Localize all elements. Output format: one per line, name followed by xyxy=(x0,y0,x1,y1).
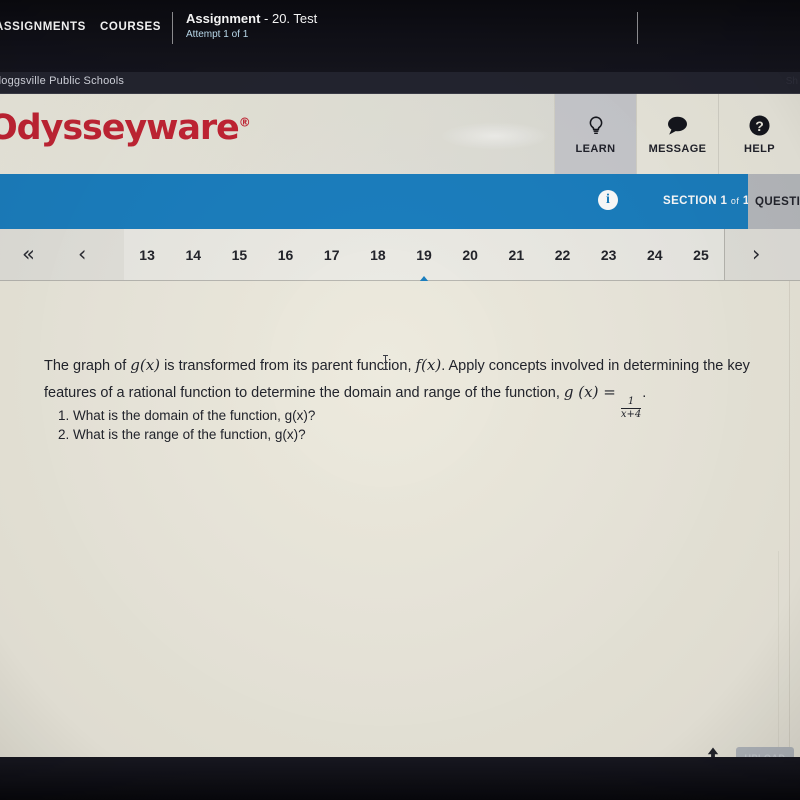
question-line-1: The graph of g(x) is transformed from it… xyxy=(44,352,760,379)
pager-first-icon[interactable]: « xyxy=(22,242,35,266)
school-title-bar: lloggsville Public Schools Sh xyxy=(0,72,800,94)
svg-text:?: ? xyxy=(755,118,764,134)
pager-number-23[interactable]: 23 xyxy=(586,247,632,263)
screenshot-root: lloggsville Public Schools Sh Odysseywar… xyxy=(0,0,800,800)
speech-bubble-icon xyxy=(666,114,690,138)
share-hint-label: Sh xyxy=(785,76,798,87)
question-tab-label: QUESTI xyxy=(755,195,800,208)
content-right-edge xyxy=(789,281,790,757)
learn-button[interactable]: LEARN xyxy=(554,94,636,174)
assignment-title-rest: - 20. Test xyxy=(260,11,318,26)
question-circle-icon: ? xyxy=(748,114,772,138)
pager-divider-right xyxy=(724,229,725,281)
pager-next-icon[interactable]: › xyxy=(752,242,760,266)
section-indicator: SECTION 1 of 1 xyxy=(663,195,750,207)
pager-number-21[interactable]: 21 xyxy=(493,247,539,263)
q-line2-gx: g (x) = xyxy=(563,383,616,401)
message-button-label: MESSAGE xyxy=(648,142,707,155)
q-line1-part-b: is transformed from its parent function, xyxy=(164,358,412,374)
question-subitems: 1. What is the domain of the function, g… xyxy=(58,407,315,444)
content-inner-edge xyxy=(778,551,779,757)
attempt-label: Attempt 1 of 1 xyxy=(186,29,249,40)
fraction-denominator: x+4 xyxy=(620,409,642,420)
school-name-label: lloggsville Public Schools xyxy=(0,75,125,87)
pager-number-17[interactable]: 17 xyxy=(309,247,355,263)
navbar-divider-left xyxy=(172,12,173,44)
pager-prev-icon[interactable]: ‹ xyxy=(78,242,86,266)
pager-number-15[interactable]: 15 xyxy=(216,247,262,263)
odysseyware-logo: Odysseyware® xyxy=(0,108,251,148)
section-of-word: of xyxy=(730,196,740,206)
pager-number-18[interactable]: 18 xyxy=(355,247,401,263)
help-button-label: HELP xyxy=(744,142,775,155)
info-icon[interactable]: i xyxy=(598,190,618,210)
pager-number-20[interactable]: 20 xyxy=(447,247,493,263)
pager-number-13[interactable]: 13 xyxy=(124,247,170,263)
list-item: 1. What is the domain of the function, g… xyxy=(58,408,316,423)
monitor-bezel-bottom xyxy=(0,757,800,800)
pager-number-24[interactable]: 24 xyxy=(632,247,678,263)
pager-number-22[interactable]: 22 xyxy=(539,247,585,263)
learn-button-label: LEARN xyxy=(575,142,616,155)
q-line1-part-a: The graph of xyxy=(44,358,127,374)
assignment-title-bold: Assignment xyxy=(186,11,261,26)
masthead: Odysseyware® LEARN MESSAGE ? HELP xyxy=(0,94,800,174)
question-tab[interactable]: QUESTI xyxy=(748,174,800,229)
brand-logo-zone[interactable]: Odysseyware® xyxy=(0,94,554,174)
help-button[interactable]: ? HELP xyxy=(718,94,800,174)
pager-number-19[interactable]: 19 xyxy=(401,247,447,287)
navbar-divider-right xyxy=(637,12,638,44)
fraction-numerator: 1 xyxy=(627,396,635,407)
nav-courses-link[interactable]: COURSES xyxy=(100,21,161,33)
question-pager: « ‹ 13 14 15 16 17 18 19 20 21 22 23 24 25 › xyxy=(0,229,800,287)
section-indicator-text: SECTION 1 xyxy=(663,195,728,207)
message-button[interactable]: MESSAGE xyxy=(636,94,718,174)
registered-mark: ® xyxy=(238,115,251,130)
q-line1-part-c: . Apply concepts involved in determining… xyxy=(441,358,750,374)
pager-number-list: 13 14 15 16 17 18 19 20 21 22 23 24 25 xyxy=(124,229,724,287)
nav-assignments-link[interactable]: ASSIGNMENTS xyxy=(0,21,86,33)
assignment-title: Assignment - 20. Test xyxy=(186,11,317,26)
monitor-bezel-top xyxy=(0,0,800,72)
assignment-info-block: Assignment - 20. Test Attempt 1 of 1 xyxy=(186,11,317,40)
question-content-area: The graph of g(x) is transformed from it… xyxy=(0,281,800,800)
logo-wordmark: Odysseyware xyxy=(0,108,240,148)
pager-number-25[interactable]: 25 xyxy=(678,247,724,263)
fraction-expression: 1 x+4 xyxy=(620,396,642,420)
q-line1-fx: f(x) xyxy=(415,356,442,374)
list-item: 2. What is the range of the function, g(… xyxy=(58,426,306,442)
q-line1-gx: g(x) xyxy=(130,356,161,374)
lightbulb-icon xyxy=(584,114,608,138)
text-cursor xyxy=(383,355,388,370)
pager-number-16[interactable]: 16 xyxy=(262,247,308,263)
q-line2-end: . xyxy=(642,385,647,401)
q-line2-part-a: features of a rational function to deter… xyxy=(44,385,560,401)
pager-number-14[interactable]: 14 xyxy=(170,247,216,263)
